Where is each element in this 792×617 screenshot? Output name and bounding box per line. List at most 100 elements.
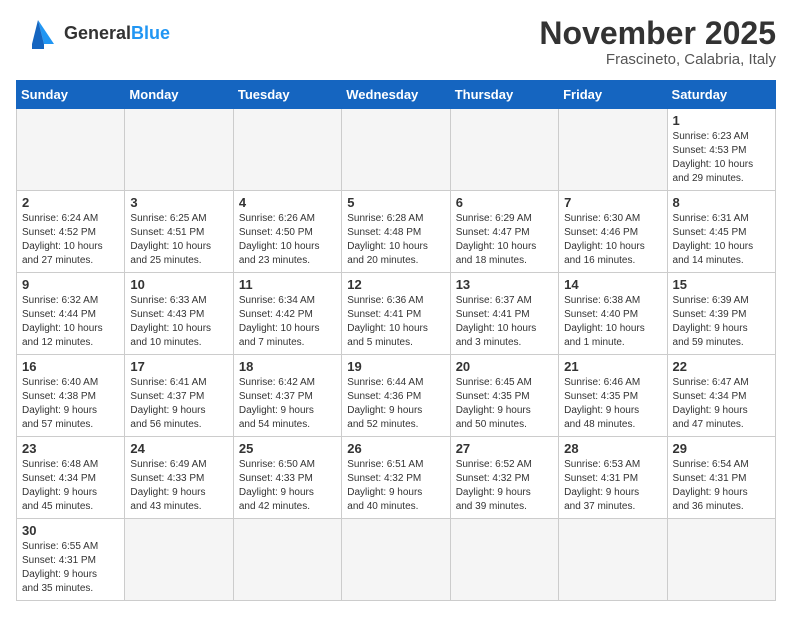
weekday-header-row: Sunday Monday Tuesday Wednesday Thursday… [17,81,776,109]
day-info: Sunrise: 6:42 AM Sunset: 4:37 PM Dayligh… [239,376,336,432]
header-tuesday: Tuesday [233,81,341,109]
calendar-cell: 22 Sunrise: 6:47 AM Sunset: 4:34 PM Dayli… [667,355,775,437]
calendar-cell: 8Sunrise: 6:31 AM Sunset: 4:45 PM Daylig… [667,191,775,273]
location: Frascineto, Calabria, Italy [539,51,776,68]
day-number: 3 [130,195,227,210]
day-number: 28 [564,441,661,456]
calendar-cell: 11 Sunrise: 6:34 AM Sunset: 4:42 PM Dayli… [233,273,341,355]
calendar-cell: 12 Sunrise: 6:36 AM Sunset: 4:41 PM Dayli… [342,273,450,355]
day-number: 29 [673,441,770,456]
day-info: Sunrise: 6:45 AM Sunset: 4:35 PM Dayligh… [456,376,553,432]
calendar-row: 23 Sunrise: 6:48 AM Sunset: 4:34 PM Dayli… [17,437,776,519]
calendar-cell: 5 Sunrise: 6:28 AM Sunset: 4:48 PM Daylig… [342,191,450,273]
calendar-row: 30Sunrise: 6:55 AM Sunset: 4:31 PM Dayli… [17,519,776,601]
day-info: Sunrise: 6:40 AM Sunset: 4:38 PM Dayligh… [22,376,119,432]
calendar-cell: 19 Sunrise: 6:44 AM Sunset: 4:36 PM Dayli… [342,355,450,437]
calendar-cell [667,519,775,601]
day-number: 5 [347,195,444,210]
day-number: 20 [456,359,553,374]
calendar-row: 16Sunrise: 6:40 AM Sunset: 4:38 PM Dayli… [17,355,776,437]
day-info: Sunrise: 6:50 AM Sunset: 4:33 PM Dayligh… [239,458,336,514]
logo-text: GeneralBlue [64,24,170,44]
day-info: Sunrise: 6:23 AM Sunset: 4:53 PM Dayligh… [673,130,770,186]
day-number: 17 [130,359,227,374]
calendar-cell: 4 Sunrise: 6:26 AM Sunset: 4:50 PM Daylig… [233,191,341,273]
calendar-row: 2Sunrise: 6:24 AM Sunset: 4:52 PM Daylig… [17,191,776,273]
calendar-cell: 2Sunrise: 6:24 AM Sunset: 4:52 PM Daylig… [17,191,125,273]
day-number: 14 [564,277,661,292]
day-info: Sunrise: 6:46 AM Sunset: 4:35 PM Dayligh… [564,376,661,432]
day-info: Sunrise: 6:47 AM Sunset: 4:34 PM Dayligh… [673,376,770,432]
calendar-cell [233,519,341,601]
day-number: 10 [130,277,227,292]
day-info: Sunrise: 6:53 AM Sunset: 4:31 PM Dayligh… [564,458,661,514]
calendar-table: Sunday Monday Tuesday Wednesday Thursday… [16,80,776,601]
title-block: November 2025 Frascineto, Calabria, Ital… [539,16,776,68]
header-thursday: Thursday [450,81,558,109]
calendar-cell [125,109,233,191]
day-info: Sunrise: 6:26 AM Sunset: 4:50 PM Dayligh… [239,212,336,268]
day-info: Sunrise: 6:28 AM Sunset: 4:48 PM Dayligh… [347,212,444,268]
day-info: Sunrise: 6:48 AM Sunset: 4:34 PM Dayligh… [22,458,119,514]
calendar-cell: 29Sunrise: 6:54 AM Sunset: 4:31 PM Dayli… [667,437,775,519]
calendar-cell: 15 Sunrise: 6:39 AM Sunset: 4:39 PM Dayli… [667,273,775,355]
day-info: Sunrise: 6:44 AM Sunset: 4:36 PM Dayligh… [347,376,444,432]
day-number: 7 [564,195,661,210]
month-title: November 2025 [539,16,776,51]
day-number: 22 [673,359,770,374]
day-info: Sunrise: 6:29 AM Sunset: 4:47 PM Dayligh… [456,212,553,268]
day-info: Sunrise: 6:31 AM Sunset: 4:45 PM Dayligh… [673,212,770,268]
day-number: 27 [456,441,553,456]
day-number: 4 [239,195,336,210]
calendar-cell: 13 Sunrise: 6:37 AM Sunset: 4:41 PM Dayli… [450,273,558,355]
page-header: GeneralBlue November 2025 Frascineto, Ca… [16,16,776,68]
calendar-cell [342,519,450,601]
day-number: 15 [673,277,770,292]
day-info: Sunrise: 6:30 AM Sunset: 4:46 PM Dayligh… [564,212,661,268]
day-info: Sunrise: 6:52 AM Sunset: 4:32 PM Dayligh… [456,458,553,514]
calendar-cell [125,519,233,601]
day-number: 1 [673,113,770,128]
calendar-cell: 24Sunrise: 6:49 AM Sunset: 4:33 PM Dayli… [125,437,233,519]
calendar-cell [233,109,341,191]
day-info: Sunrise: 6:34 AM Sunset: 4:42 PM Dayligh… [239,294,336,350]
day-info: Sunrise: 6:33 AM Sunset: 4:43 PM Dayligh… [130,294,227,350]
day-number: 21 [564,359,661,374]
day-info: Sunrise: 6:36 AM Sunset: 4:41 PM Dayligh… [347,294,444,350]
calendar-cell: 9Sunrise: 6:32 AM Sunset: 4:44 PM Daylig… [17,273,125,355]
calendar-cell: 17 Sunrise: 6:41 AM Sunset: 4:37 PM Dayli… [125,355,233,437]
day-info: Sunrise: 6:25 AM Sunset: 4:51 PM Dayligh… [130,212,227,268]
calendar-cell: 20 Sunrise: 6:45 AM Sunset: 4:35 PM Dayli… [450,355,558,437]
calendar-cell: 10 Sunrise: 6:33 AM Sunset: 4:43 PM Dayli… [125,273,233,355]
day-info: Sunrise: 6:37 AM Sunset: 4:41 PM Dayligh… [456,294,553,350]
day-number: 26 [347,441,444,456]
day-number: 6 [456,195,553,210]
day-number: 23 [22,441,119,456]
logo: GeneralBlue [16,16,170,52]
day-number: 19 [347,359,444,374]
header-friday: Friday [559,81,667,109]
header-monday: Monday [125,81,233,109]
day-info: Sunrise: 6:39 AM Sunset: 4:39 PM Dayligh… [673,294,770,350]
day-number: 12 [347,277,444,292]
day-info: Sunrise: 6:41 AM Sunset: 4:37 PM Dayligh… [130,376,227,432]
calendar-cell [450,519,558,601]
calendar-cell: 14 Sunrise: 6:38 AM Sunset: 4:40 PM Dayli… [559,273,667,355]
day-number: 2 [22,195,119,210]
calendar-cell [342,109,450,191]
calendar-cell: 30Sunrise: 6:55 AM Sunset: 4:31 PM Dayli… [17,519,125,601]
day-number: 9 [22,277,119,292]
calendar-cell [17,109,125,191]
day-info: Sunrise: 6:51 AM Sunset: 4:32 PM Dayligh… [347,458,444,514]
calendar-cell [559,109,667,191]
day-info: Sunrise: 6:49 AM Sunset: 4:33 PM Dayligh… [130,458,227,514]
day-number: 13 [456,277,553,292]
calendar-cell: 7 Sunrise: 6:30 AM Sunset: 4:46 PM Daylig… [559,191,667,273]
calendar-cell: 25Sunrise: 6:50 AM Sunset: 4:33 PM Dayli… [233,437,341,519]
calendar-cell: 26 Sunrise: 6:51 AM Sunset: 4:32 PM Dayli… [342,437,450,519]
logo-icon [16,16,60,52]
calendar-row: 9Sunrise: 6:32 AM Sunset: 4:44 PM Daylig… [17,273,776,355]
day-number: 11 [239,277,336,292]
day-info: Sunrise: 6:38 AM Sunset: 4:40 PM Dayligh… [564,294,661,350]
header-saturday: Saturday [667,81,775,109]
